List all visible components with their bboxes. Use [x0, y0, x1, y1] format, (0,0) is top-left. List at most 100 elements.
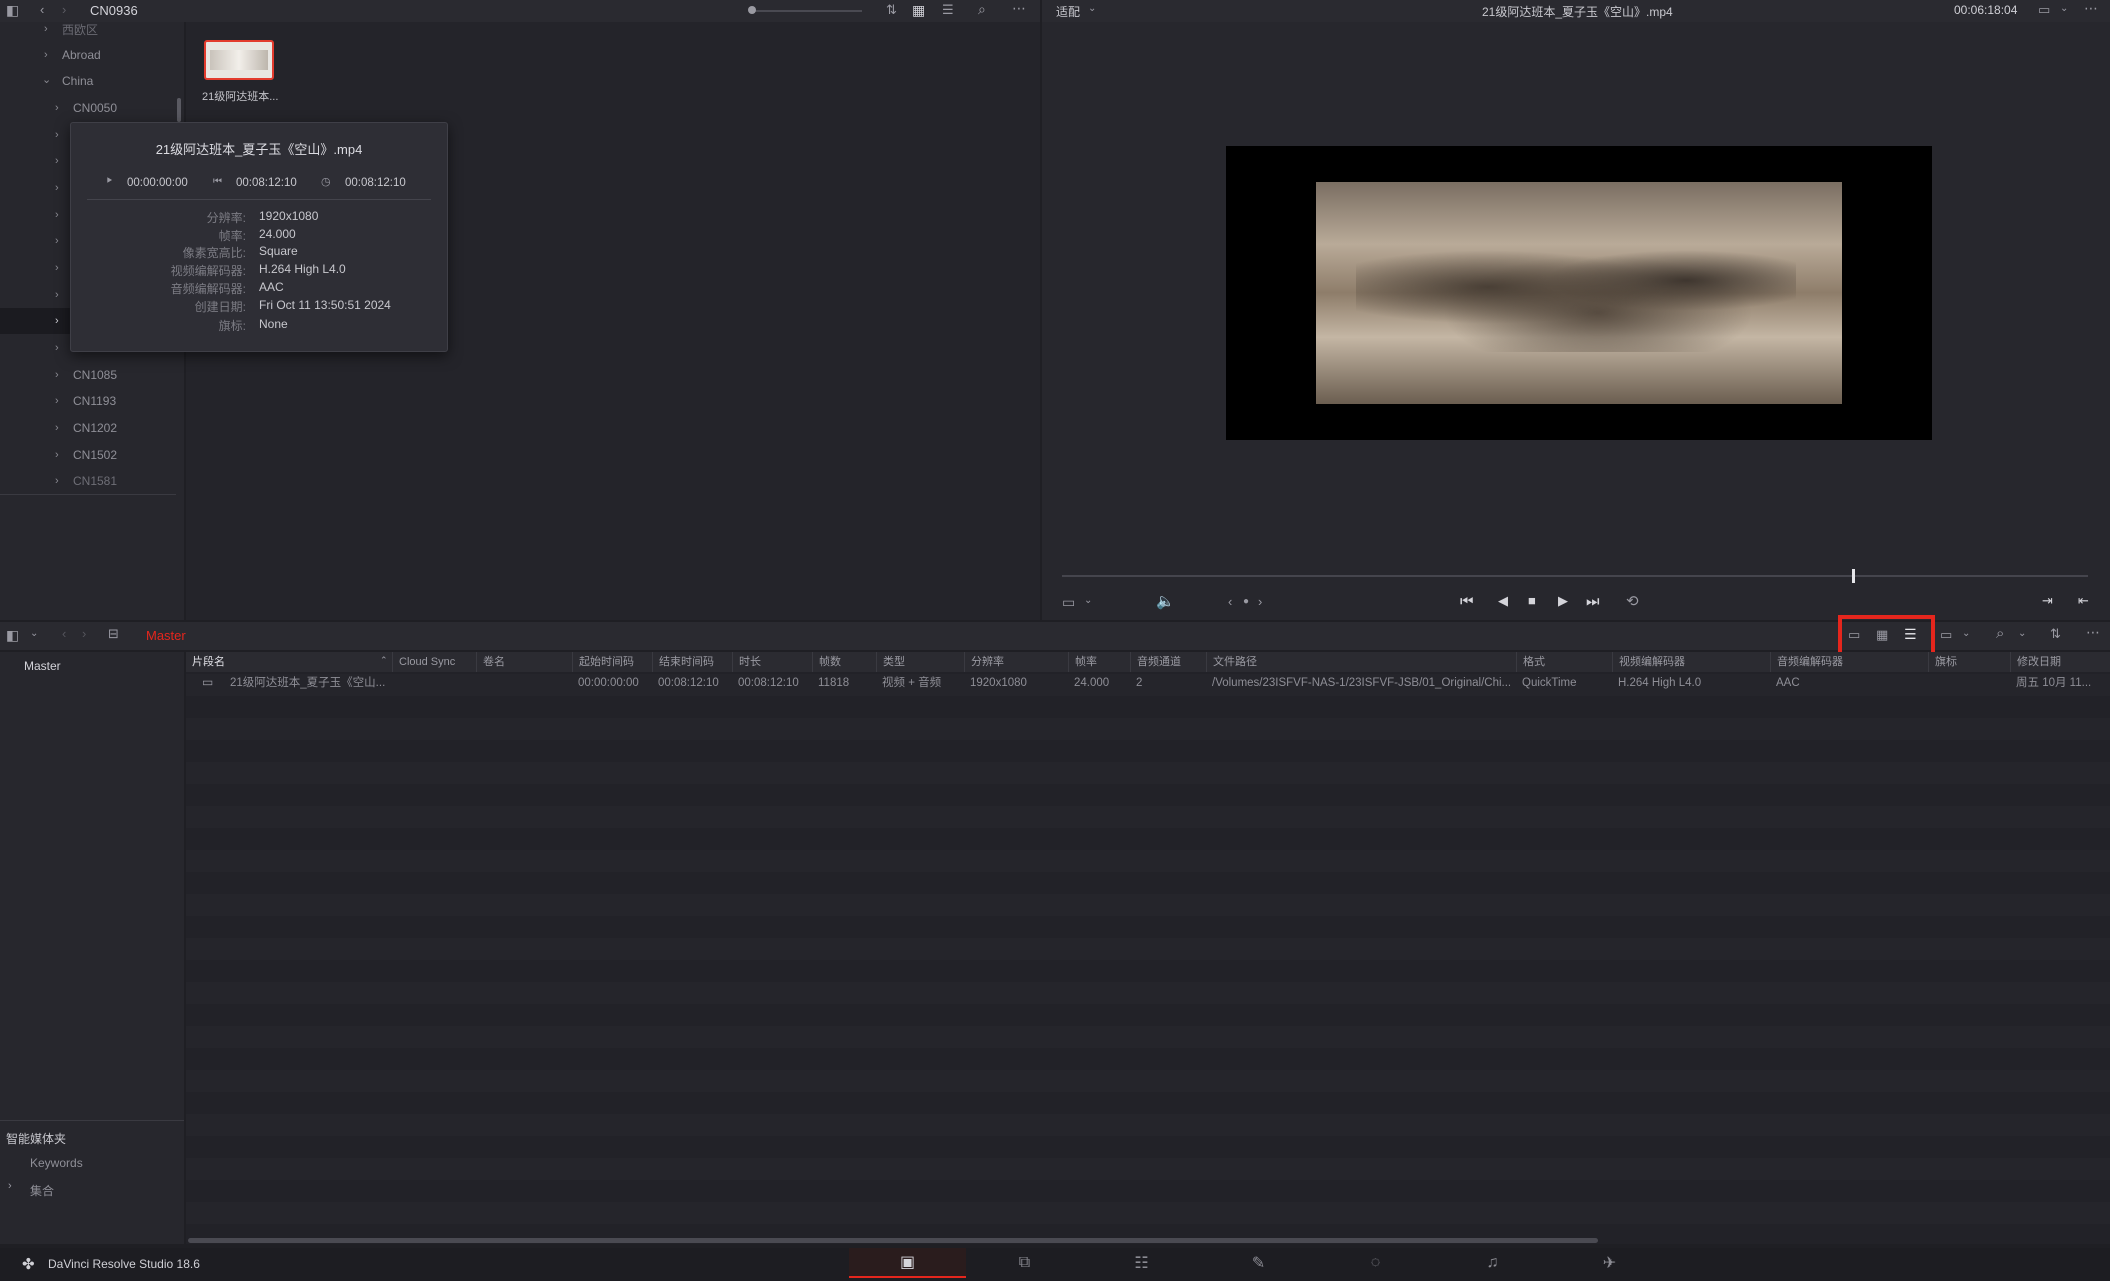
- page-edit-button[interactable]: ☷: [1083, 1248, 1200, 1278]
- column-header-file-path[interactable]: 文件路径: [1206, 652, 1516, 672]
- page-cut-button[interactable]: ⧉: [966, 1248, 1083, 1278]
- sort-icon[interactable]: ⇅: [2050, 626, 2061, 642]
- forward-arrow-icon[interactable]: ›: [82, 626, 86, 641]
- sort-icon[interactable]: ⇅: [886, 2, 897, 18]
- page-color-button[interactable]: ◌: [1317, 1248, 1434, 1278]
- clip-display-icon[interactable]: ▭: [1940, 627, 1952, 643]
- tree-item-china[interactable]: ⌄ China: [0, 68, 180, 94]
- more-options-icon[interactable]: ⋯: [2084, 0, 2098, 17]
- chevron-down-icon[interactable]: ⌄: [2060, 3, 2068, 14]
- mark-in-icon[interactable]: ⇥: [2042, 593, 2053, 609]
- column-header-type[interactable]: 类型: [876, 652, 964, 672]
- column-header-resolution[interactable]: 分辨率: [964, 652, 1068, 672]
- play-reverse-icon[interactable]: ◀: [1498, 593, 1508, 609]
- horizontal-scrollbar[interactable]: [188, 1238, 1598, 1243]
- slider-knob[interactable]: [748, 6, 756, 14]
- viewer-size-icon[interactable]: ▭: [1062, 594, 1075, 611]
- chevron-down-icon[interactable]: ⌄: [1084, 595, 1092, 606]
- column-header-cloud-sync[interactable]: Cloud Sync: [392, 652, 476, 672]
- chevron-right-icon[interactable]: ›: [8, 1180, 12, 1192]
- column-header-fps[interactable]: 帧率: [1068, 652, 1130, 672]
- tree-item[interactable]: › CN0050: [0, 95, 180, 121]
- sort-ascending-icon[interactable]: ⌃: [380, 655, 388, 666]
- chevron-down-icon[interactable]: ⌄: [42, 73, 51, 86]
- tree-item[interactable]: › CN1202: [0, 415, 180, 441]
- tree-item-abroad[interactable]: › Abroad: [0, 42, 180, 68]
- mark-out-icon[interactable]: ⇤: [2078, 593, 2089, 609]
- volume-icon[interactable]: 🔈: [1156, 592, 1175, 610]
- chevron-right-icon[interactable]: ›: [55, 475, 59, 487]
- loop-icon[interactable]: ⟲: [1626, 592, 1639, 610]
- stop-icon[interactable]: ■: [1528, 593, 1536, 608]
- metadata-view-icon[interactable]: ▭: [1848, 627, 1860, 643]
- skip-to-start-icon[interactable]: ⏮: [1460, 593, 1474, 610]
- sidebar-toggle-icon[interactable]: ◧: [6, 627, 19, 644]
- smart-bin-collections[interactable]: 集合: [30, 1182, 54, 1199]
- chevron-right-icon[interactable]: ›: [55, 369, 59, 381]
- chevron-down-icon[interactable]: ⌄: [1962, 628, 1970, 639]
- skip-to-end-icon[interactable]: ⏭: [1586, 593, 1600, 610]
- fit-dropdown[interactable]: 适配: [1056, 3, 1080, 20]
- chevron-right-icon[interactable]: ›: [55, 395, 59, 407]
- chevron-right-icon[interactable]: ›: [55, 342, 59, 354]
- jog-dot-icon[interactable]: ●: [1243, 596, 1249, 607]
- list-view-icon[interactable]: ☰: [1904, 626, 1917, 643]
- chevron-down-icon[interactable]: ⌄: [1088, 3, 1096, 14]
- chevron-right-icon[interactable]: ›: [55, 315, 59, 327]
- scrubber-track[interactable]: [1062, 569, 2088, 583]
- column-header-duration[interactable]: 时长: [732, 652, 812, 672]
- playhead[interactable]: [1852, 569, 1856, 583]
- tree-item[interactable]: › CN1193: [0, 388, 180, 414]
- chevron-down-icon[interactable]: ⌄: [30, 628, 38, 639]
- column-header-end-tc[interactable]: 结束时间码: [652, 652, 732, 672]
- column-header-frames[interactable]: 帧数: [812, 652, 876, 672]
- chevron-right-icon[interactable]: ›: [55, 102, 59, 114]
- chevron-right-icon[interactable]: ›: [44, 49, 48, 61]
- column-header-video-codec[interactable]: 视频编解码器: [1612, 652, 1770, 672]
- search-icon[interactable]: ⌕: [1996, 625, 2004, 642]
- tree-item-partial[interactable]: › 西欧区: [0, 16, 180, 42]
- play-icon[interactable]: ▶: [1558, 593, 1568, 609]
- chevron-right-icon[interactable]: ›: [55, 449, 59, 461]
- column-header-clip-name[interactable]: 片段名: [186, 652, 392, 672]
- bin-list-icon[interactable]: ⊟: [108, 626, 119, 642]
- column-header-format[interactable]: 格式: [1516, 652, 1612, 672]
- forward-arrow-icon[interactable]: ›: [62, 2, 66, 17]
- more-options-icon[interactable]: ⋯: [2086, 624, 2100, 641]
- viewer-mode-icon[interactable]: ▭: [2038, 2, 2050, 18]
- page-deliver-button[interactable]: ✈: [1551, 1248, 1668, 1278]
- chevron-right-icon[interactable]: ›: [55, 182, 59, 194]
- chevron-down-icon[interactable]: ⌄: [2018, 628, 2026, 639]
- chevron-right-icon[interactable]: ›: [55, 129, 59, 141]
- column-header-audio-ch[interactable]: 音频通道: [1130, 652, 1206, 672]
- table-row[interactable]: ▭ 21级阿达班本_夏子玉《空山... 00:00:00:00 00:08:12…: [186, 672, 2110, 694]
- tree-item[interactable]: › CN1581: [0, 468, 180, 494]
- smart-bin-keywords[interactable]: Keywords: [30, 1156, 83, 1170]
- thumbnail-view-icon[interactable]: ▦: [912, 2, 925, 19]
- page-fusion-button[interactable]: ✎: [1200, 1248, 1317, 1278]
- page-fairlight-button[interactable]: ♫: [1434, 1248, 1551, 1278]
- jog-right-icon[interactable]: ›: [1258, 594, 1262, 609]
- tree-item[interactable]: › CN1085: [0, 362, 180, 388]
- more-options-icon[interactable]: ⋯: [1012, 0, 1026, 17]
- clip-thumbnail[interactable]: [204, 40, 274, 80]
- chevron-right-icon[interactable]: ›: [55, 422, 59, 434]
- video-frame[interactable]: [1226, 146, 1932, 440]
- jog-left-icon[interactable]: ‹: [1228, 594, 1232, 609]
- column-header-reel[interactable]: 卷名: [476, 652, 572, 672]
- tree-item[interactable]: › CN1502: [0, 442, 180, 468]
- chevron-right-icon[interactable]: ›: [55, 209, 59, 221]
- chevron-right-icon[interactable]: ›: [55, 235, 59, 247]
- sidebar-item-master[interactable]: Master: [24, 659, 61, 673]
- column-header-flags[interactable]: 旗标: [1928, 652, 2010, 672]
- list-view-icon[interactable]: ☰: [942, 2, 954, 18]
- chevron-right-icon[interactable]: ›: [55, 155, 59, 167]
- chevron-right-icon[interactable]: ›: [55, 289, 59, 301]
- chevron-right-icon[interactable]: ›: [55, 262, 59, 274]
- back-arrow-icon[interactable]: ‹: [40, 2, 44, 17]
- page-media-button[interactable]: ▣: [849, 1248, 966, 1278]
- column-header-audio-codec[interactable]: 音频编解码器: [1770, 652, 1928, 672]
- thumbnail-view-icon[interactable]: ▦: [1876, 627, 1888, 643]
- column-header-start-tc[interactable]: 起始时间码: [572, 652, 652, 672]
- search-icon[interactable]: ⌕: [978, 1, 986, 18]
